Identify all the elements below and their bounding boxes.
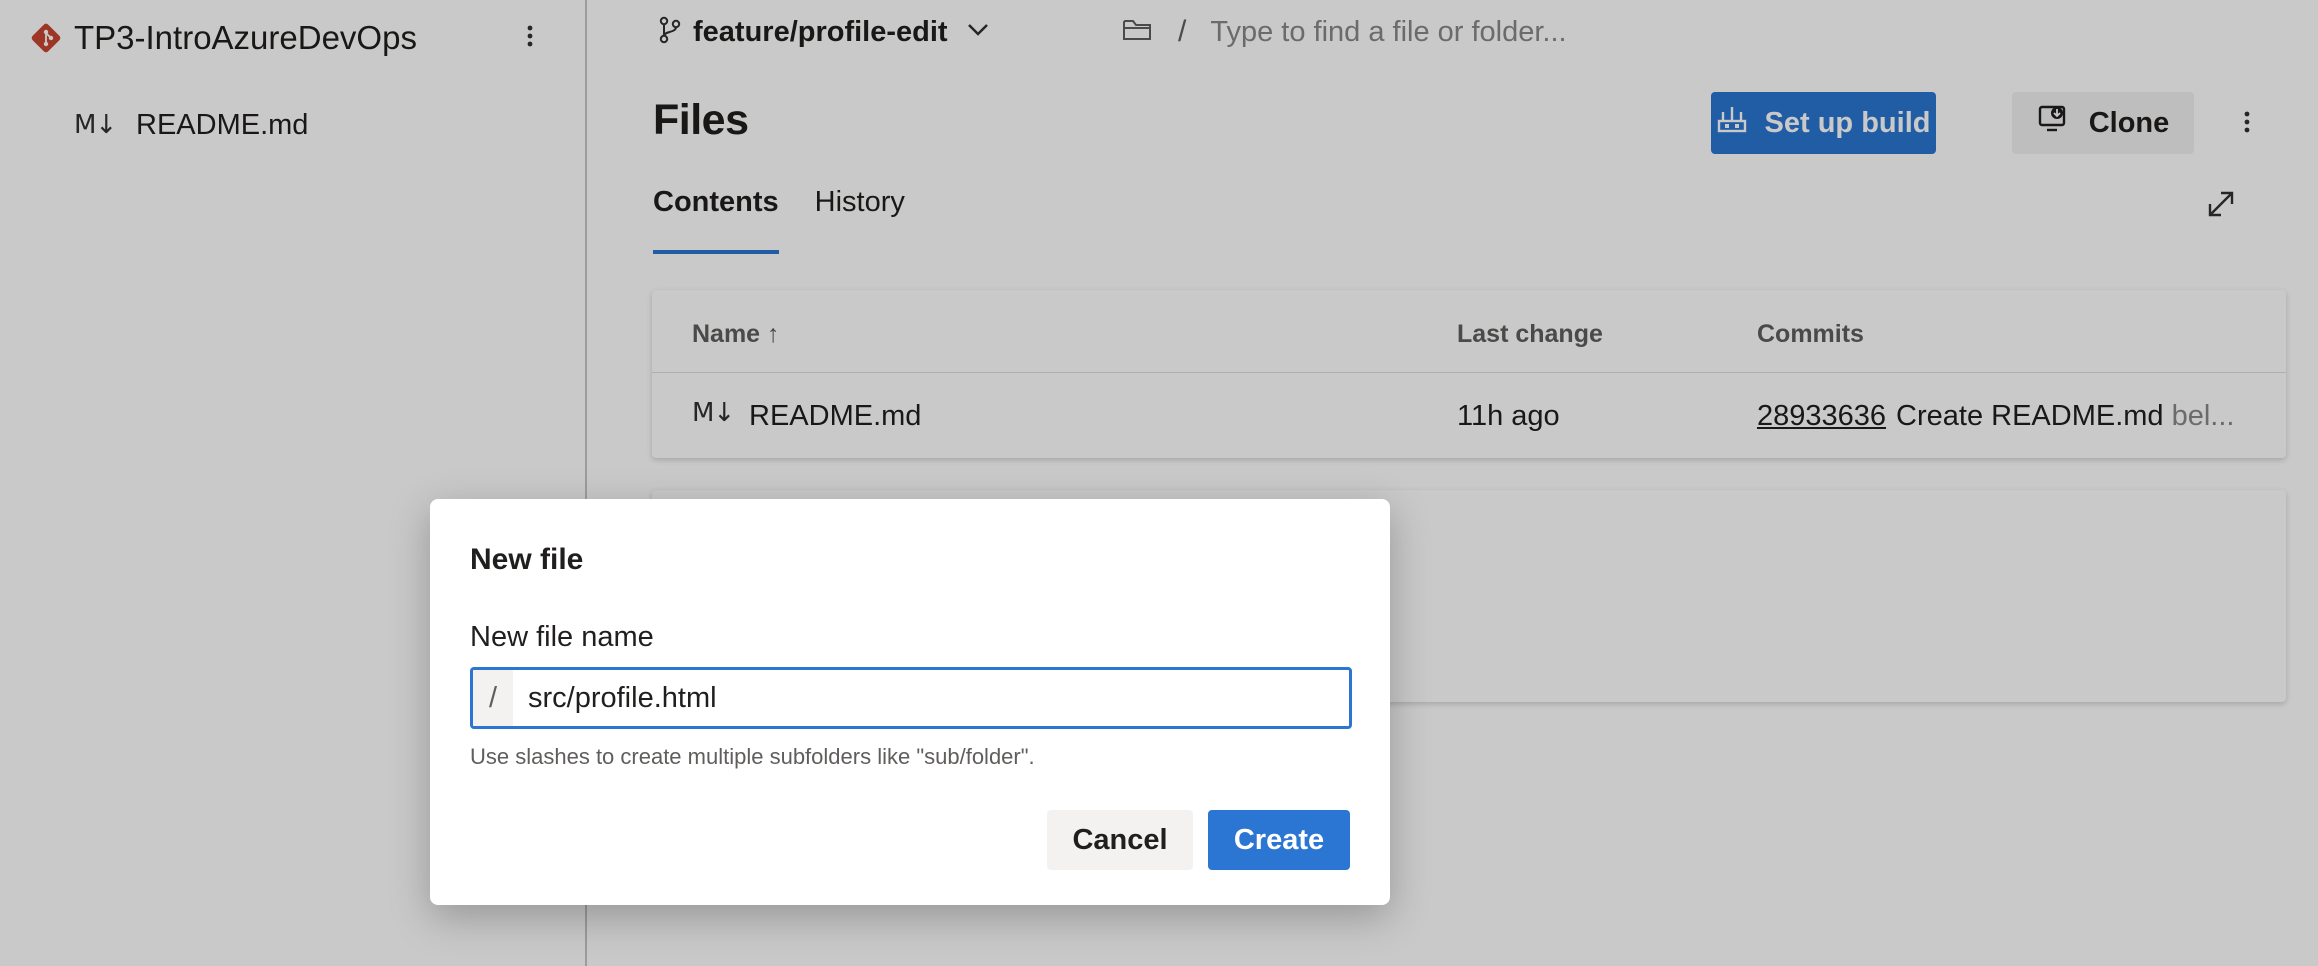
cancel-button[interactable]: Cancel xyxy=(1047,810,1193,870)
new-file-name-label: New file name xyxy=(470,621,654,653)
path-prefix: / xyxy=(473,670,513,726)
new-file-name-input[interactable] xyxy=(513,670,1349,726)
create-button[interactable]: Create xyxy=(1208,810,1350,870)
app-window: TP3-IntroAzureDevOps M↓ README.md featur… xyxy=(0,0,2318,966)
help-text: Use slashes to create multiple subfolder… xyxy=(470,744,1035,769)
new-file-name-field: / xyxy=(470,667,1352,729)
dialog-title: New file xyxy=(470,543,584,576)
new-file-dialog: New file New file name / Use slashes to … xyxy=(430,499,1390,905)
